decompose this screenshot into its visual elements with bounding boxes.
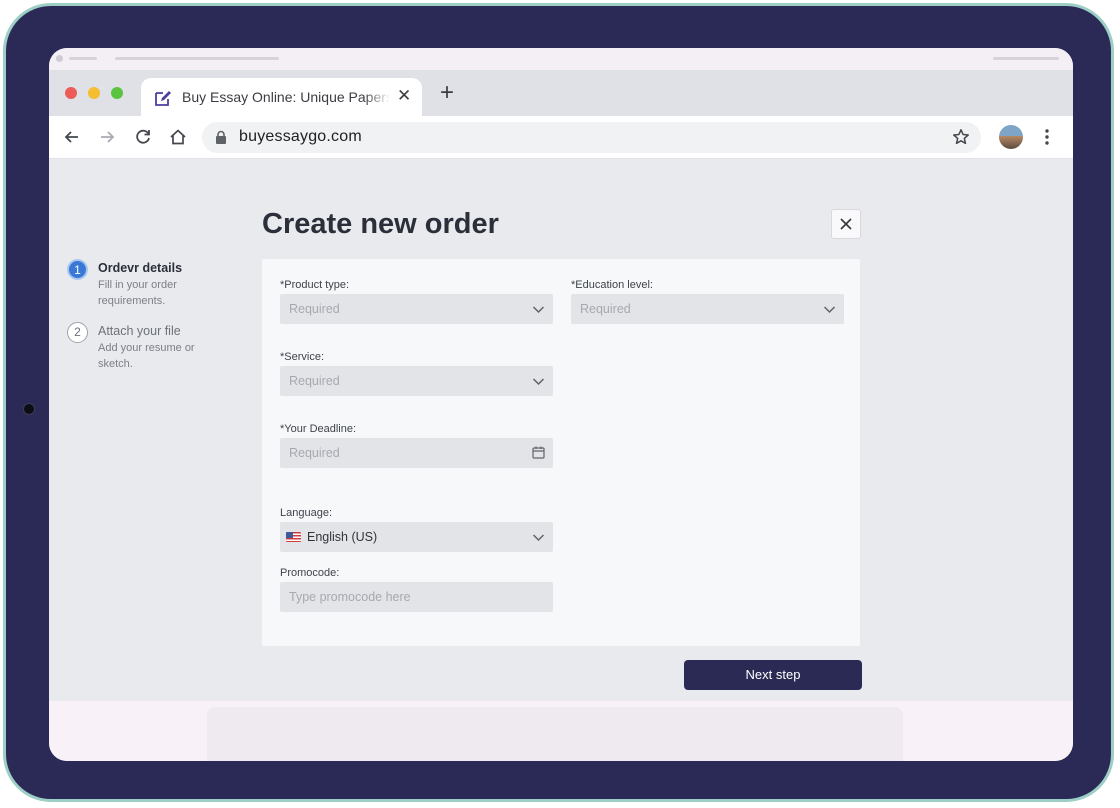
tab-strip: Buy Essay Online: Unique Papers ✕ + xyxy=(49,70,1073,116)
product-type-label: *Product type: xyxy=(280,279,350,291)
deadline-placeholder: Required xyxy=(289,446,340,460)
order-page: Create new order 1 Ordevr details Fill i… xyxy=(49,159,1073,701)
close-icon xyxy=(840,218,852,230)
close-button[interactable] xyxy=(831,209,861,239)
next-step-button[interactable]: Next step xyxy=(684,660,862,690)
education-level-label: *Education level: xyxy=(571,279,653,291)
calendar-icon[interactable] xyxy=(532,446,545,459)
window-minimize-button[interactable] xyxy=(88,87,100,99)
promocode-label: Promocode: xyxy=(280,567,340,579)
status-bar-segment xyxy=(993,57,1059,60)
step-description: Add your resume or sketch. xyxy=(98,342,195,370)
service-label: *Service: xyxy=(280,351,325,363)
language-select[interactable]: English (US) xyxy=(280,522,553,552)
step-number: 2 xyxy=(67,322,88,343)
system-top-strip xyxy=(49,48,1073,70)
lock-icon xyxy=(216,130,226,144)
step-description: Fill in your order requirements. xyxy=(98,279,177,307)
browser-tab[interactable]: Buy Essay Online: Unique Papers ✕ xyxy=(141,78,422,116)
bookmark-star-icon[interactable] xyxy=(952,128,970,146)
education-level-select[interactable]: Required xyxy=(571,294,844,324)
browser-window: Buy Essay Online: Unique Papers ✕ + buye… xyxy=(49,48,1073,761)
tab-close-icon[interactable]: ✕ xyxy=(397,87,411,105)
us-flag-icon xyxy=(286,532,301,542)
promocode-placeholder: Type promocode here xyxy=(289,590,411,604)
chevron-down-icon xyxy=(532,378,545,386)
window-maximize-button[interactable] xyxy=(111,87,123,99)
forward-arrow-icon[interactable] xyxy=(97,127,117,147)
product-type-placeholder: Required xyxy=(289,302,340,316)
education-level-placeholder: Required xyxy=(580,302,631,316)
front-camera xyxy=(23,403,35,415)
product-type-select[interactable]: Required xyxy=(280,294,553,324)
language-value: English (US) xyxy=(307,530,378,544)
service-select[interactable]: Required xyxy=(280,366,553,396)
reload-icon[interactable] xyxy=(133,127,153,147)
footer-card xyxy=(207,707,903,761)
chevron-down-icon xyxy=(532,306,545,314)
address-toolbar: buyessaygo.com xyxy=(49,116,1073,159)
status-dot xyxy=(56,55,63,62)
deadline-input[interactable]: Required xyxy=(280,438,553,468)
avatar[interactable] xyxy=(999,125,1023,149)
promocode-input[interactable]: Type promocode here xyxy=(280,582,553,612)
step-title[interactable]: Attach your file xyxy=(98,324,181,338)
more-vertical-icon[interactable] xyxy=(1045,128,1049,146)
status-bar-segment xyxy=(115,57,279,60)
plus-icon[interactable]: + xyxy=(440,81,454,105)
edit-icon xyxy=(155,91,171,106)
status-bar-segment xyxy=(69,57,97,60)
page-title: Create new order xyxy=(262,208,499,240)
order-form: *Product type: Required *Education level… xyxy=(262,259,860,646)
window-close-button[interactable] xyxy=(65,87,77,99)
chevron-down-icon xyxy=(532,534,545,542)
language-label: Language: xyxy=(280,507,332,519)
step-title[interactable]: Ordevr details xyxy=(98,261,182,275)
back-arrow-icon[interactable] xyxy=(62,127,82,147)
home-icon[interactable] xyxy=(168,127,188,147)
deadline-label: *Your Deadline: xyxy=(280,423,357,435)
service-placeholder: Required xyxy=(289,374,340,388)
chevron-down-icon xyxy=(823,306,836,314)
address-bar[interactable]: buyessaygo.com xyxy=(202,122,981,153)
step-number: 1 xyxy=(67,259,88,280)
tab-title: Buy Essay Online: Unique Papers xyxy=(182,89,390,105)
url-text: buyessaygo.com xyxy=(239,128,362,145)
